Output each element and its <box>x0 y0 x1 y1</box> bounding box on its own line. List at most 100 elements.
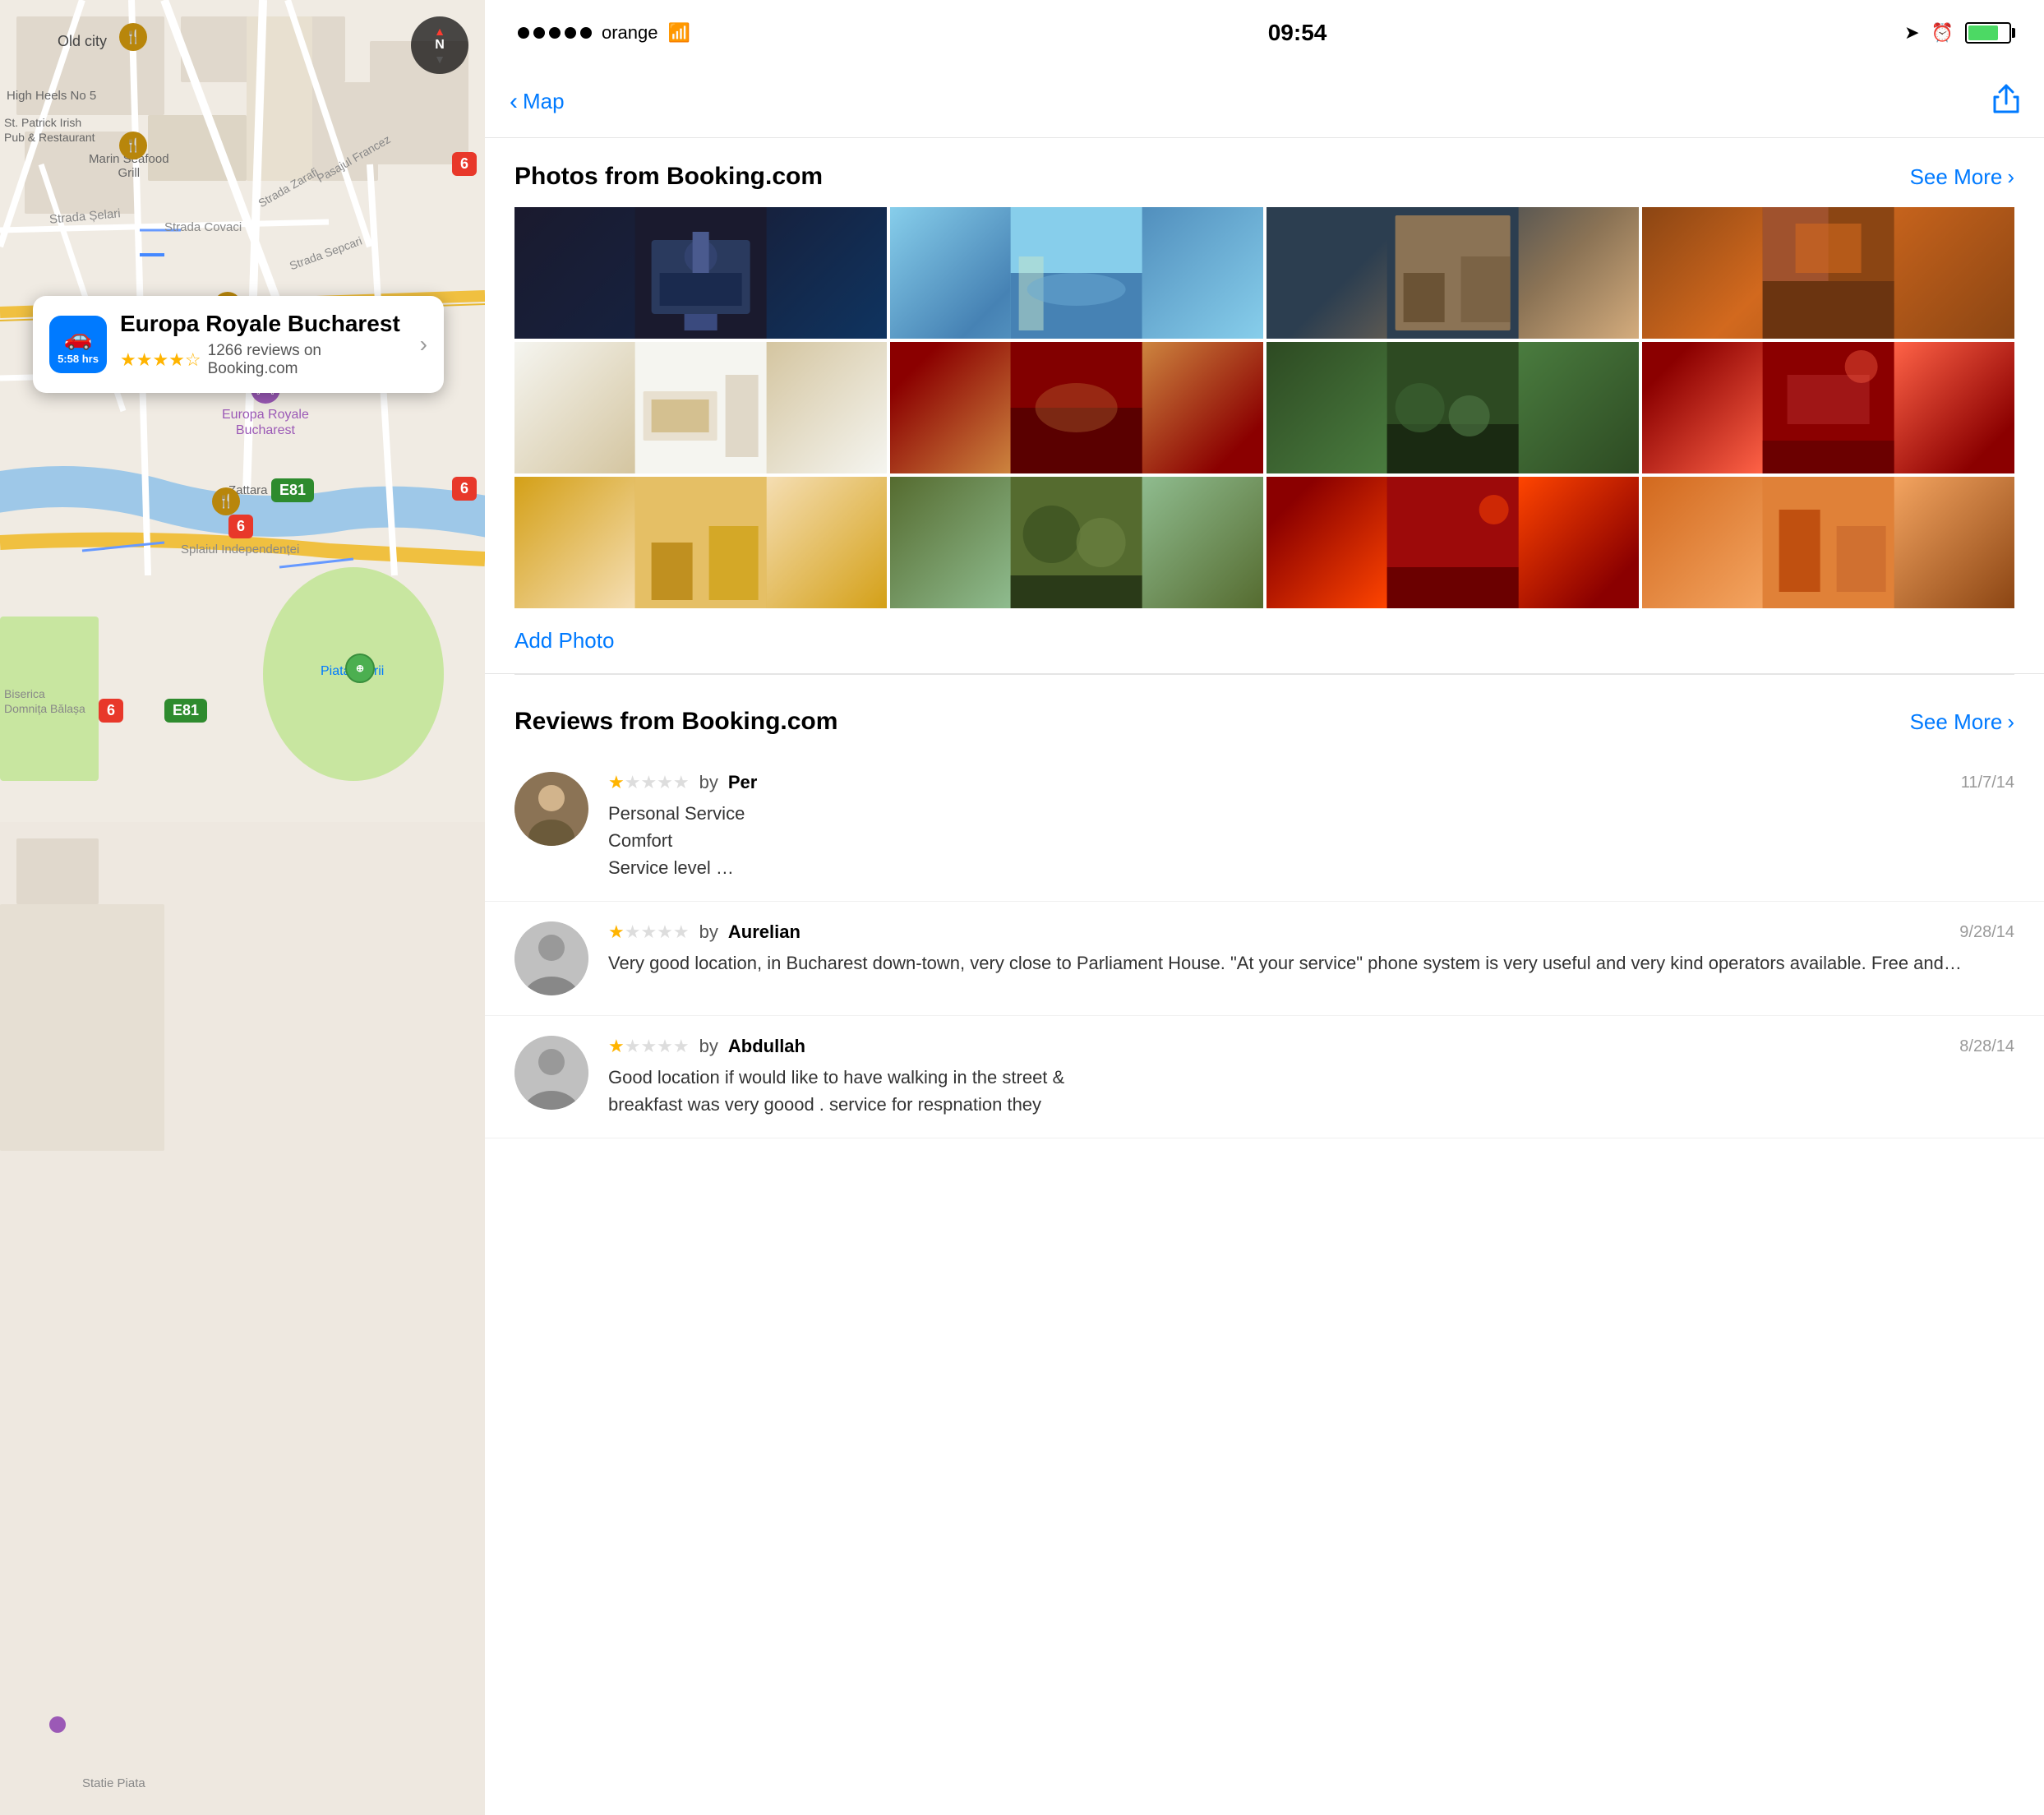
back-chevron-icon: ‹ <box>510 88 518 116</box>
reviews-see-more-chevron: › <box>2007 709 2014 735</box>
review-date-3: 8/28/14 <box>1959 1037 2014 1056</box>
review-avatar-3 <box>514 1036 588 1110</box>
hotel-callout[interactable]: 🚗 5:58 hrs Europa Royale Bucharest ★★★★☆… <box>33 296 444 393</box>
review-stars-1: ★★★★★ <box>608 772 690 793</box>
car-icon: 🚗 <box>64 324 93 351</box>
photo-12[interactable] <box>1642 477 2014 608</box>
review-by-3: by <box>699 1036 718 1057</box>
review-header-3: ★★★★★ by Abdullah 8/28/14 <box>608 1036 2014 1057</box>
signal-dots <box>518 27 592 39</box>
review-by-2: by <box>699 921 718 943</box>
photo-9[interactable] <box>514 477 887 608</box>
hotel-callout-info: Europa Royale Bucharest ★★★★☆ 1266 revie… <box>120 311 407 378</box>
photo-7[interactable] <box>1267 342 1639 473</box>
review-avatar-1 <box>514 772 588 846</box>
photo-grid[interactable] <box>485 207 2044 608</box>
share-button[interactable] <box>1993 84 2019 119</box>
compass: ▲ N ▼ <box>411 16 468 74</box>
hotel-callout-icon: 🚗 5:58 hrs <box>49 316 107 373</box>
photo-8[interactable] <box>1642 342 2014 473</box>
alarm-icon: ⏰ <box>1931 22 1954 44</box>
review-header-2: ★★★★★ by Aurelian 9/28/14 <box>608 921 2014 943</box>
review-content-1: ★★★★★ by Per 11/7/14 Personal ServiceCom… <box>608 772 2014 881</box>
photo-3[interactable] <box>1267 207 1639 339</box>
add-photo-label: Add Photo <box>514 628 614 653</box>
photo-6[interactable] <box>890 342 1262 473</box>
back-button[interactable]: ‹ Map <box>510 88 1013 116</box>
wifi-icon: 📶 <box>668 22 690 44</box>
signal-dot-1 <box>518 27 529 39</box>
drive-time: 5:58 hrs <box>58 353 99 365</box>
review-stars-3: ★★★★★ <box>608 1036 690 1057</box>
hotel-name: Europa Royale Bucharest <box>120 311 407 337</box>
nav-bar: ‹ Map <box>485 66 2044 138</box>
photo-1[interactable] <box>514 207 887 339</box>
avatar-person-1 <box>514 772 588 846</box>
route-badge-6-2: 6 <box>452 477 477 501</box>
highway-e81-1: E81 <box>271 478 314 502</box>
battery-fill <box>1968 25 1998 40</box>
back-label: Map <box>523 89 565 114</box>
photo-2[interactable] <box>890 207 1262 339</box>
poi-food-1: 🍴 <box>119 23 147 51</box>
callout-arrow: › <box>420 331 427 358</box>
hotel-stars: ★★★★☆ <box>120 349 201 371</box>
status-bar: orange 📶 09:54 ➤ ⏰ <box>485 0 2044 66</box>
route-badge-6-1: 6 <box>452 152 477 176</box>
map-label-pub: St. Patrick IrishPub & Restaurant <box>4 115 95 145</box>
signal-dot-2 <box>533 27 545 39</box>
review-avatar-2 <box>514 921 588 995</box>
signal-dot-5 <box>580 27 592 39</box>
map-label-high-heels: High Heels No 5 <box>7 89 96 103</box>
map-label-statie: Statie Piata <box>82 1776 145 1790</box>
review-text-3: Good location if would like to have walk… <box>608 1064 2014 1118</box>
route-badge-6-3: 6 <box>228 515 253 538</box>
avatar-default-2 <box>514 921 588 995</box>
reviews-section-header: Reviews from Booking.com See More › <box>485 683 2044 752</box>
reviews-section-title: Reviews from Booking.com <box>514 708 837 736</box>
battery-icon <box>1965 22 2011 44</box>
review-item-1: ★★★★★ by Per 11/7/14 Personal ServiceCom… <box>485 752 2044 902</box>
small-hotel-marker <box>49 1716 66 1733</box>
photo-10[interactable] <box>890 477 1262 608</box>
reviews-section: Reviews from Booking.com See More › <box>485 675 2044 1138</box>
review-header-1: ★★★★★ by Per 11/7/14 <box>608 772 2014 793</box>
review-meta-3: ★★★★★ by Abdullah <box>608 1036 805 1057</box>
review-stars-2: ★★★★★ <box>608 921 690 943</box>
poi-food-4: 🍴 <box>212 487 240 515</box>
review-meta-2: ★★★★★ by Aurelian <box>608 921 801 943</box>
add-photo-button[interactable]: Add Photo <box>485 608 2044 674</box>
review-author-2: Aurelian <box>728 921 801 943</box>
review-meta-1: ★★★★★ by Per <box>608 772 757 793</box>
right-panel: orange 📶 09:54 ➤ ⏰ ‹ Map <box>485 0 2044 1815</box>
photos-see-more-label: See More <box>1910 164 2003 190</box>
review-text-1: Personal ServiceComfortService level … <box>608 800 2014 881</box>
reviews-see-more-button[interactable]: See More › <box>1910 709 2014 735</box>
photos-see-more-button[interactable]: See More › <box>1910 164 2014 190</box>
map-label-old-city: Old city <box>58 33 107 50</box>
carrier-text: orange <box>602 22 658 44</box>
avatar-default-3 <box>514 1036 588 1110</box>
content-area[interactable]: Photos from Booking.com See More › <box>485 138 2044 1815</box>
status-time: 09:54 <box>1268 20 1327 46</box>
photos-section-title: Photos from Booking.com <box>514 163 823 191</box>
hotel-reviews-count: 1266 reviews on Booking.com <box>208 342 407 378</box>
photos-section-header: Photos from Booking.com See More › <box>485 138 2044 207</box>
review-item-2: ★★★★★ by Aurelian 9/28/14 Very good loca… <box>485 902 2044 1016</box>
photo-5[interactable] <box>514 342 887 473</box>
review-date-1: 11/7/14 <box>1961 774 2014 792</box>
photo-11[interactable] <box>1267 477 1639 608</box>
review-item-3: ★★★★★ by Abdullah 8/28/14 Good location … <box>485 1016 2044 1138</box>
route-badge-6-4: 6 <box>99 699 123 723</box>
status-right: ➤ ⏰ <box>1904 22 2011 44</box>
photo-4[interactable] <box>1642 207 2014 339</box>
map-label-biserica2: BisericaDomnița Bălașa <box>4 686 85 716</box>
review-author-3: Abdullah <box>728 1036 805 1057</box>
review-content-2: ★★★★★ by Aurelian 9/28/14 Very good loca… <box>608 921 2014 995</box>
map-panel[interactable]: Old city High Heels No 5 St. Patrick Iri… <box>0 0 485 1815</box>
review-by-1: by <box>699 772 718 793</box>
reviews-see-more-label: See More <box>1910 709 2003 735</box>
signal-dot-3 <box>549 27 561 39</box>
map-label-splaiul: Splaiul Independenței <box>181 543 299 557</box>
highway-e81-2: E81 <box>164 699 207 723</box>
